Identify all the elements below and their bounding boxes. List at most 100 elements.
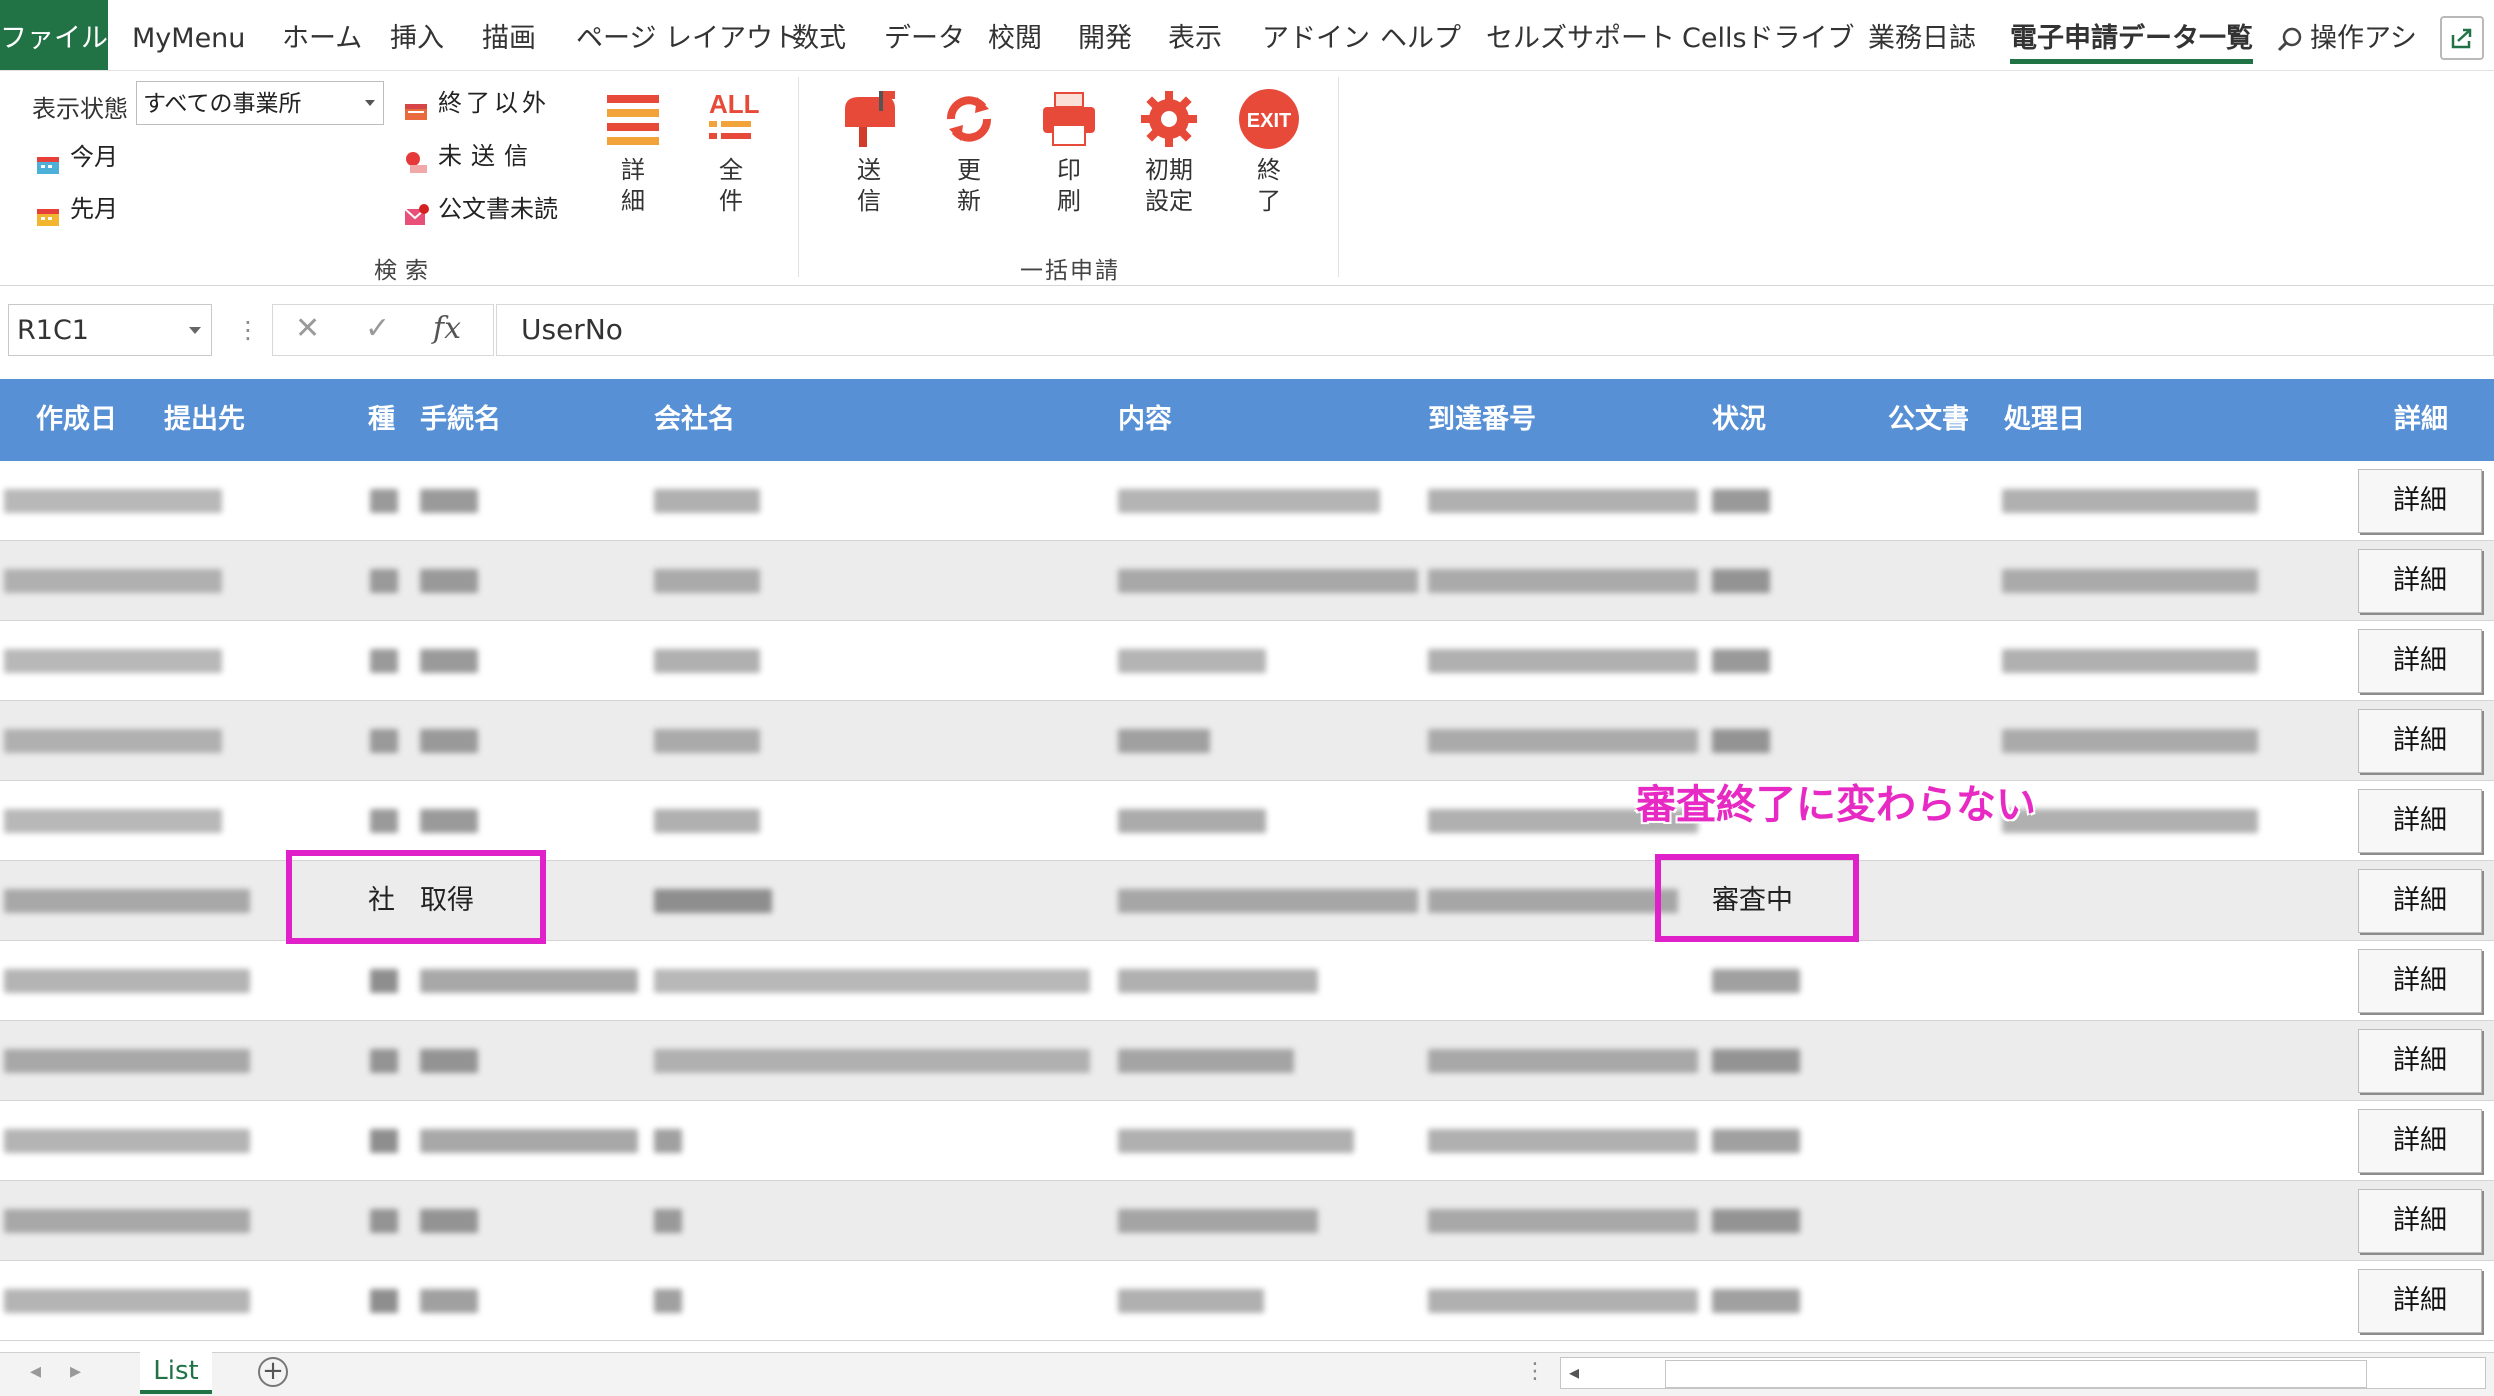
refresh-icon	[937, 87, 1001, 151]
redacted-cell	[1712, 1049, 1800, 1073]
col-content[interactable]: 内容	[1118, 379, 1172, 461]
tab-draw[interactable]: 描画	[482, 0, 536, 70]
redacted-cell	[4, 649, 222, 673]
detail-button[interactable]: 詳細	[2358, 709, 2482, 773]
tab-home[interactable]: ホーム	[282, 0, 362, 70]
office-select-dropdown[interactable]: すべての事業所	[136, 81, 384, 125]
last-month-button[interactable]: 先月	[36, 189, 118, 229]
redacted-cell	[654, 1289, 682, 1313]
tab-mymenu[interactable]: MyMenu	[132, 0, 245, 70]
share-button[interactable]	[2440, 16, 2484, 60]
refresh-button[interactable]: 更新	[932, 87, 1006, 217]
unread-documents-button[interactable]: 公文書未読	[404, 189, 558, 229]
redacted-cell	[2002, 809, 2258, 833]
share-icon	[2451, 28, 2472, 49]
scrollbar-thumb[interactable]	[1665, 1360, 2367, 1388]
detail-button[interactable]: 詳細	[2358, 1269, 2482, 1333]
tab-review[interactable]: 校閲	[988, 0, 1042, 70]
cancel-icon[interactable]: ✕	[295, 311, 320, 346]
tab-file[interactable]: ファイル	[0, 0, 108, 70]
col-status[interactable]: 状況	[1712, 379, 1766, 461]
detail-button[interactable]: 詳細	[2358, 1109, 2482, 1173]
redacted-cell	[1428, 1129, 1698, 1153]
exit-button[interactable]: EXIT 終了	[1232, 87, 1306, 217]
tab-business-diary[interactable]: 業務日誌	[1868, 0, 1976, 70]
tab-page-layout[interactable]: ページ レイアウト	[576, 0, 800, 70]
table-row[interactable]: 詳細	[0, 1101, 2494, 1181]
table-row[interactable]: 詳細	[0, 461, 2494, 541]
fx-icon[interactable]: fx	[433, 311, 461, 346]
redacted-cell	[4, 569, 222, 593]
col-arrival-no[interactable]: 到達番号	[1428, 379, 1536, 461]
sheet-tab-list[interactable]: List	[140, 1352, 212, 1394]
detail-button[interactable]: 詳細	[2358, 789, 2482, 853]
table-row[interactable]: 詳細	[0, 1261, 2494, 1341]
col-company[interactable]: 会社名	[654, 379, 735, 461]
print-button[interactable]: 印刷	[1032, 87, 1106, 217]
scroll-left-icon[interactable]: ◂	[1569, 1360, 1579, 1384]
table-row[interactable]: 詳細	[0, 1021, 2494, 1101]
formula-input[interactable]: UserNo	[496, 304, 2494, 356]
tab-formulas[interactable]: 数式	[792, 0, 846, 70]
col-procedure[interactable]: 手続名	[420, 379, 501, 461]
redacted-cell	[1712, 569, 1770, 593]
all-list-icon: ALL	[699, 87, 763, 151]
detail-button[interactable]: 詳細	[2358, 549, 2482, 613]
redacted-cell	[1118, 649, 1266, 673]
name-box[interactable]: R1C1	[8, 304, 212, 356]
col-submit-to[interactable]: 提出先	[164, 379, 245, 461]
tab-addin[interactable]: アドイン	[1262, 0, 1370, 70]
table-row[interactable]: 詳細	[0, 701, 2494, 781]
table-row[interactable]: 詳細	[0, 1181, 2494, 1261]
table-row[interactable]: 詳細	[0, 621, 2494, 701]
redacted-cell	[1118, 809, 1266, 833]
detail-button[interactable]: 詳細	[2358, 1189, 2482, 1253]
tab-cells-drive[interactable]: Cellsドライブ	[1682, 0, 1855, 70]
tab-view[interactable]: 表示	[1168, 0, 1222, 70]
tab-efiling-list[interactable]: 電子申請データ一覧	[2010, 0, 2253, 70]
horizontal-scrollbar[interactable]: ◂	[1560, 1357, 2486, 1389]
col-created-date[interactable]: 作成日	[36, 379, 117, 461]
redacted-cell	[1118, 489, 1380, 513]
not-finished-button[interactable]: 終了以外	[404, 83, 550, 123]
col-detail[interactable]: 詳細	[2394, 379, 2448, 461]
detail-button[interactable]: 詳細	[2358, 629, 2482, 693]
detail-button[interactable]: 詳細	[2358, 869, 2482, 933]
tab-data[interactable]: データ	[884, 0, 965, 70]
add-sheet-icon[interactable]: +	[258, 1357, 288, 1387]
redacted-cell	[370, 1129, 398, 1153]
redacted-cell	[1428, 1049, 1698, 1073]
detail-button[interactable]: 詳細	[2358, 469, 2482, 533]
initial-settings-button[interactable]: 初期設定	[1132, 87, 1206, 217]
tab-insert[interactable]: 挿入	[390, 0, 444, 70]
redacted-cell	[420, 1289, 478, 1313]
search-group-label: 検索	[374, 258, 436, 284]
detail-view-button[interactable]: 詳細	[596, 87, 670, 217]
next-sheet-icon[interactable]: ▸	[70, 1359, 81, 1384]
col-processed-date[interactable]: 処理日	[2004, 379, 2085, 461]
all-records-button[interactable]: ALL 全件	[694, 87, 768, 217]
this-month-button[interactable]: 今月	[36, 137, 118, 177]
tab-help[interactable]: ヘルプ	[1380, 0, 1461, 70]
tab-cells-support[interactable]: セルズサポート	[1486, 0, 1675, 70]
redacted-cell	[420, 969, 638, 993]
tell-me-search[interactable]: 操作アシ	[2276, 0, 2417, 70]
redacted-cell	[1712, 1289, 1800, 1313]
table-row[interactable]: 詳細	[0, 781, 2494, 861]
send-button[interactable]: 送信	[832, 87, 906, 217]
table-row[interactable]: 詳細	[0, 941, 2494, 1021]
tab-developer[interactable]: 開発	[1078, 0, 1132, 70]
prev-sheet-icon[interactable]: ◂	[30, 1359, 41, 1384]
check-icon[interactable]: ✓	[365, 311, 390, 346]
redacted-cell	[420, 1049, 478, 1073]
redacted-cell	[420, 1129, 638, 1153]
col-type[interactable]: 種	[368, 379, 395, 461]
detail-button[interactable]: 詳細	[2358, 949, 2482, 1013]
redacted-cell	[1428, 649, 1698, 673]
redacted-cell	[4, 729, 222, 753]
col-official-doc[interactable]: 公文書	[1888, 379, 1969, 461]
detail-button[interactable]: 詳細	[2358, 1029, 2482, 1093]
all-records-label: 全件	[719, 156, 743, 215]
table-row[interactable]: 詳細	[0, 541, 2494, 621]
not-sent-button[interactable]: 未送信	[404, 136, 537, 176]
